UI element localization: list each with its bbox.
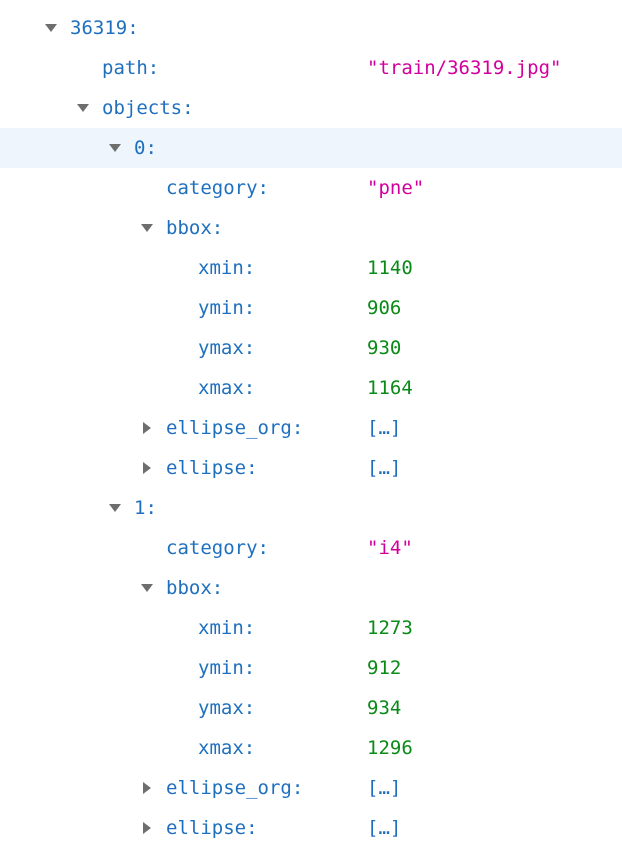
category-value: "i4" [367,537,413,559]
tree-row-ellipse[interactable]: ellipse: […] [0,808,622,848]
object-index-key[interactable]: 0: [134,137,157,159]
path-value: "train/36319.jpg" [367,57,562,79]
bbox-field-key: xmax: [198,737,256,759]
triangle-right-icon[interactable] [140,821,154,835]
tree-row-bbox-field: ymax: 930 [0,328,622,368]
bbox-field-key: ymax: [198,337,256,359]
tree-row-bbox[interactable]: bbox: [0,208,622,248]
tree-row-object-0[interactable]: 0: [0,128,622,168]
tree-row-object-1[interactable]: 1: [0,488,622,528]
triangle-right-icon[interactable] [140,421,154,435]
bbox-field-key: ymax: [198,697,256,719]
bbox-field-value: 1296 [367,737,413,759]
bbox-field-key: xmin: [198,257,256,279]
tree-row-ellipse-org[interactable]: ellipse_org: […] [0,768,622,808]
bbox-field-value: 1164 [367,377,413,399]
collapsed-array-value[interactable]: […] [367,457,401,479]
ellipse-key[interactable]: ellipse: [166,457,258,479]
triangle-down-icon[interactable] [108,501,122,515]
tree-row-ellipse-org[interactable]: ellipse_org: […] [0,408,622,448]
bbox-field-key: xmax: [198,377,256,399]
bbox-field-value: 934 [367,697,402,719]
bbox-field-key: xmin: [198,617,256,639]
triangle-down-icon[interactable] [108,141,122,155]
triangle-down-icon[interactable] [44,21,58,35]
path-key: path: [102,57,160,79]
tree-row-ellipse[interactable]: ellipse: […] [0,448,622,488]
tree-row-objects[interactable]: objects: [0,88,622,128]
tree-row-bbox-field: xmax: 1296 [0,728,622,768]
object-index-key[interactable]: 1: [134,497,157,519]
ellipse-key[interactable]: ellipse: [166,817,258,839]
ellipse-org-key[interactable]: ellipse_org: [166,777,303,799]
collapsed-array-value[interactable]: […] [367,777,401,799]
tree-row-bbox-field: xmin: 1273 [0,608,622,648]
objects-key[interactable]: objects: [102,97,194,119]
triangle-right-icon[interactable] [140,781,154,795]
bbox-field-value: 912 [367,657,402,679]
collapsed-array-value[interactable]: […] [367,417,401,439]
tree-row-bbox-field: ymin: 912 [0,648,622,688]
tree-row-path: path: "train/36319.jpg" [0,48,622,88]
triangle-down-icon[interactable] [76,101,90,115]
category-value: "pne" [367,177,425,199]
bbox-key[interactable]: bbox: [166,217,223,239]
tree-row-bbox[interactable]: bbox: [0,568,622,608]
bbox-field-value: 930 [367,337,402,359]
collapsed-array-value[interactable]: […] [367,817,401,839]
tree-row-bbox-field: ymax: 934 [0,688,622,728]
tree-row-category: category: "i4" [0,528,622,568]
bbox-field-key: ymin: [198,657,256,679]
root-key[interactable]: 36319: [70,17,139,39]
bbox-field-key: ymin: [198,297,256,319]
tree-row-bbox-field: xmax: 1164 [0,368,622,408]
json-tree-viewer: 36319: path: "train/36319.jpg" objects: … [0,8,622,848]
tree-row-category: category: "pne" [0,168,622,208]
tree-row-root[interactable]: 36319: [0,8,622,48]
triangle-down-icon[interactable] [140,221,154,235]
category-key: category: [166,177,269,199]
triangle-down-icon[interactable] [140,581,154,595]
tree-row-bbox-field: xmin: 1140 [0,248,622,288]
bbox-key[interactable]: bbox: [166,577,223,599]
ellipse-org-key[interactable]: ellipse_org: [166,417,303,439]
bbox-field-value: 1140 [367,257,413,279]
bbox-field-value: 1273 [367,617,413,639]
bbox-field-value: 906 [367,297,402,319]
category-key: category: [166,537,269,559]
tree-row-bbox-field: ymin: 906 [0,288,622,328]
triangle-right-icon[interactable] [140,461,154,475]
